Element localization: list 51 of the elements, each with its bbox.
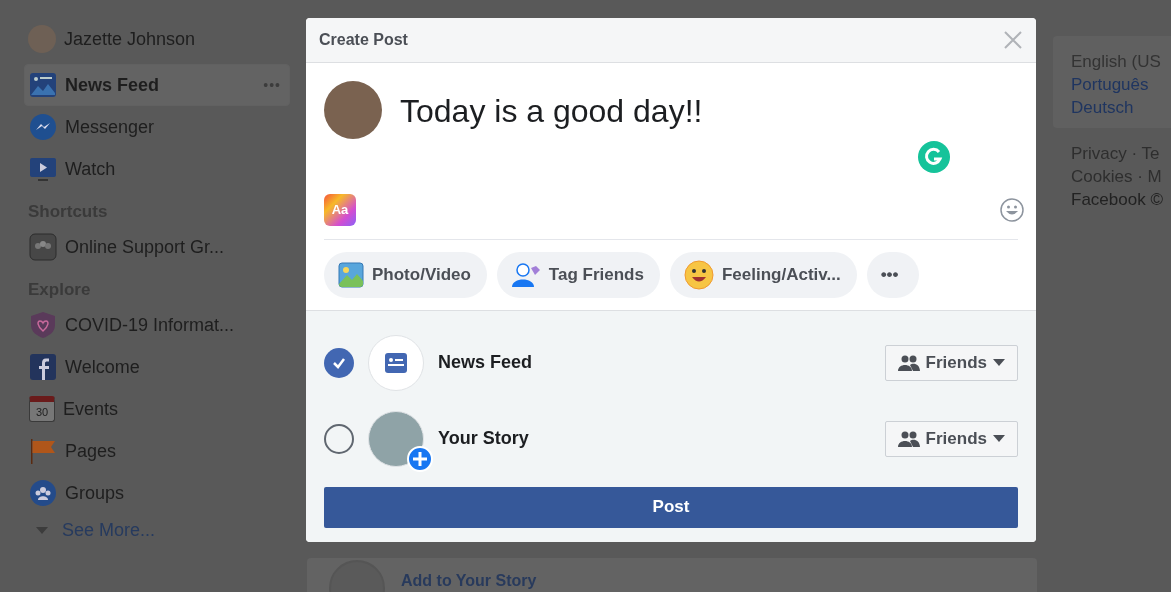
action-chip[interactable]: Feeling/Activ... <box>669 252 857 298</box>
action-chip[interactable]: Photo/Video <box>324 252 487 298</box>
language-link[interactable]: Deutsch <box>1071 98 1171 118</box>
caret-icon <box>993 435 1005 443</box>
people-icon <box>897 355 920 371</box>
grammar-g-icon <box>918 141 950 173</box>
group-icon <box>29 479 57 507</box>
text-style-button[interactable]: Aa <box>324 193 356 226</box>
caret-icon <box>36 526 48 534</box>
avatar <box>324 81 382 139</box>
sidebar-item[interactable]: Messenger <box>24 106 290 148</box>
sidebar-item[interactable]: 30 Events <box>24 388 290 430</box>
more-button[interactable]: ••• <box>866 252 919 298</box>
monitor-play-icon <box>29 155 57 183</box>
destination-label: News Feed <box>438 352 533 374</box>
smiley-icon[interactable] <box>1000 197 1024 222</box>
post-text[interactable]: Today is a good day!! <box>400 81 703 173</box>
smiley-icon <box>683 260 714 290</box>
newspaper-icon <box>368 335 424 391</box>
language-link[interactable]: Português <box>1071 75 1171 95</box>
f-logo-icon <box>29 353 57 381</box>
sidebar-item[interactable]: Watch <box>24 148 290 190</box>
dialog-title: Create Post <box>319 31 408 49</box>
sidebar-item[interactable]: Pages <box>24 430 290 472</box>
newspaper-icon <box>29 71 57 99</box>
profile-name[interactable]: Jazette Johnson <box>64 28 196 50</box>
plus-icon[interactable] <box>407 446 433 472</box>
action-chip[interactable]: Tag Friends <box>496 252 660 298</box>
checkbox[interactable] <box>324 424 354 454</box>
people-icon <box>897 431 920 447</box>
sidebar-item[interactable]: Groups <box>24 472 290 514</box>
destination-label: Your Story <box>438 428 529 450</box>
more-options[interactable]: ••• <box>263 77 281 93</box>
footer-text: Facebook © <box>1071 190 1164 210</box>
checkbox[interactable] <box>324 348 354 378</box>
sidebar-item[interactable]: Welcome <box>24 346 290 388</box>
sidebar-item[interactable]: News Feed ••• <box>24 64 290 106</box>
sidebar-item[interactable]: COVID-19 Informat... <box>24 304 290 346</box>
sidebar-item[interactable]: Online Support Gr... <box>24 226 290 268</box>
chat-bubble-icon <box>29 113 57 141</box>
flag-icon <box>29 437 57 465</box>
audience-dropdown[interactable]: Friends <box>884 421 1018 457</box>
image-icon <box>338 262 364 288</box>
story-label[interactable]: Add to Your Story <box>401 572 537 590</box>
calendar-icon: 30 <box>29 396 55 422</box>
group-icon <box>29 233 57 261</box>
person-tag-icon <box>510 262 541 288</box>
audience-dropdown[interactable]: Friends <box>884 345 1018 381</box>
heart-shield-icon <box>29 311 57 339</box>
post-button[interactable]: Post <box>324 487 1018 528</box>
caret-icon <box>993 359 1005 367</box>
